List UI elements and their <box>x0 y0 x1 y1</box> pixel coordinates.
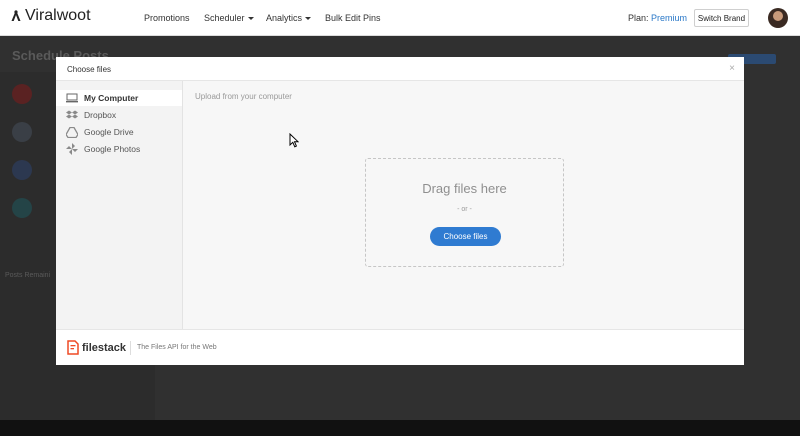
bottom-bar <box>0 420 800 436</box>
facebook-icon <box>12 160 32 180</box>
logo-text: Viralwoot <box>25 7 91 24</box>
google-photos-icon <box>66 143 78 155</box>
twitter-icon <box>12 198 32 218</box>
chevron-down-icon <box>247 17 254 21</box>
source-label: My Computer <box>84 93 139 103</box>
filestack-brand: filestack <box>82 341 127 354</box>
filestack-logo[interactable]: filestack <box>67 340 126 355</box>
source-my-computer[interactable]: My Computer <box>56 90 182 106</box>
top-navbar: Viralwoot Promotions Scheduler Analytics… <box>0 0 800 36</box>
viralwoot-logo[interactable]: Viralwoot <box>10 7 91 25</box>
choose-files-button[interactable]: Choose files <box>430 227 501 246</box>
pinterest-icon <box>12 84 32 104</box>
google-drive-icon <box>66 126 78 138</box>
monitor-icon <box>66 92 78 104</box>
nav-analytics[interactable]: Analytics <box>266 13 312 23</box>
source-google-photos[interactable]: Google Photos <box>56 141 182 157</box>
mouse-cursor-icon <box>289 133 299 148</box>
account-icon <box>12 122 32 142</box>
source-label: Google Photos <box>84 144 141 154</box>
plan-value[interactable]: Premium <box>651 13 687 23</box>
modal-footer: filestack The Files API for the Web <box>56 329 744 365</box>
modal-title: Choose files <box>67 65 112 74</box>
nav-analytics-label: Analytics <box>266 13 303 23</box>
nav-bulk-edit-pins[interactable]: Bulk Edit Pins <box>325 13 381 23</box>
chevron-down-icon <box>305 17 312 21</box>
background-posts-label: Posts Remaini <box>5 272 51 279</box>
viralwoot-logo-icon <box>11 10 21 21</box>
filestack-tagline: The Files API for the Web <box>137 344 217 351</box>
upload-label: Upload from your computer <box>195 92 292 101</box>
filestack-logo-icon <box>67 340 79 355</box>
source-dropbox[interactable]: Dropbox <box>56 107 182 123</box>
source-label: Google Drive <box>84 127 134 137</box>
dropbox-icon <box>66 109 78 121</box>
choose-files-modal: Choose files × My Computer Dropbox Googl… <box>56 57 744 365</box>
nav-promotions[interactable]: Promotions <box>144 13 190 23</box>
drag-files-text: Drag files here <box>422 181 507 196</box>
source-label: Dropbox <box>84 110 117 120</box>
nav-scheduler[interactable]: Scheduler <box>204 13 254 23</box>
plan-label: Plan: <box>628 13 649 23</box>
upload-area: Upload from your computer Drag files her… <box>183 81 744 329</box>
source-list: My Computer Dropbox Google Drive Google … <box>56 81 183 329</box>
modal-header: Choose files × <box>56 57 744 81</box>
or-separator: - or - <box>457 206 472 213</box>
nav-scheduler-label: Scheduler <box>204 13 245 23</box>
drop-zone[interactable]: Drag files here - or - Choose files <box>365 158 564 267</box>
close-icon[interactable]: × <box>729 63 735 74</box>
footer-divider <box>130 341 131 355</box>
plan-indicator: Plan: Premium <box>628 13 687 23</box>
source-google-drive[interactable]: Google Drive <box>56 124 182 140</box>
switch-brand-button[interactable]: Switch Brand <box>694 9 749 27</box>
avatar[interactable] <box>768 8 788 28</box>
